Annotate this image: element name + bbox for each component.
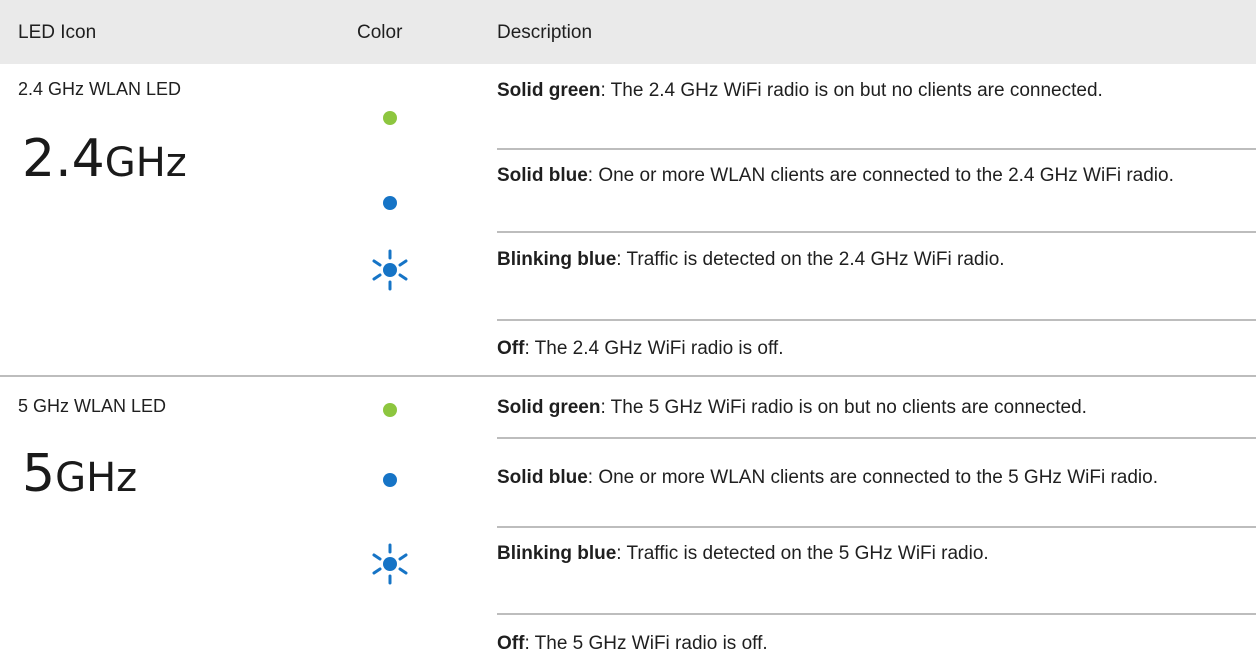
- row-divider: [497, 319, 1256, 321]
- table-row: Off: The 5 GHz WiFi radio is off.: [497, 632, 1245, 656]
- row-divider: [497, 148, 1256, 150]
- blinking-blue-icon: [372, 249, 408, 291]
- row-text: : One or more WLAN clients are connected…: [587, 165, 1174, 186]
- led-5ghz-icon-unit: GHz: [55, 455, 138, 501]
- led-5ghz-icon: 5GHz: [22, 448, 137, 500]
- row-state: Solid green: [497, 397, 601, 418]
- row-divider: [497, 437, 1256, 439]
- group-divider: [0, 375, 1256, 377]
- row-state: Solid green: [497, 80, 601, 101]
- table-row: Blinking blue: Traffic is detected on th…: [497, 542, 1245, 566]
- row-text: : One or more WLAN clients are connected…: [587, 467, 1159, 488]
- row-state: Blinking blue: [497, 249, 617, 270]
- led-name-5ghz: 5 GHz WLAN LED: [18, 396, 167, 416]
- green-dot-icon: [383, 403, 397, 417]
- led-2-4ghz-icon: 2.4GHz: [22, 133, 187, 185]
- header-color: Color: [357, 22, 403, 43]
- row-text: : Traffic is detected on the 5 GHz WiFi …: [616, 543, 989, 564]
- header-led-icon: LED Icon: [18, 22, 97, 43]
- row-divider: [497, 526, 1256, 528]
- row-text: : The 5 GHz WiFi radio is off.: [524, 633, 768, 654]
- blinking-blue-icon: [372, 543, 408, 585]
- row-state: Off: [497, 633, 525, 654]
- table-row: Blinking blue: Traffic is detected on th…: [497, 248, 1245, 272]
- led-2-4ghz-icon-number: 2.4: [22, 129, 105, 189]
- row-divider: [497, 613, 1256, 615]
- row-text: : The 5 GHz WiFi radio is on but no clie…: [600, 397, 1087, 418]
- row-state: Blinking blue: [497, 543, 617, 564]
- header-description: Description: [497, 22, 593, 43]
- row-state: Solid blue: [497, 467, 588, 488]
- row-text: : The 2.4 GHz WiFi radio is off.: [524, 338, 784, 359]
- blue-dot-icon: [383, 196, 397, 210]
- table-row: Solid blue: One or more WLAN clients are…: [497, 164, 1245, 188]
- led-name-2-4ghz: 2.4 GHz WLAN LED: [18, 79, 182, 99]
- row-divider: [497, 231, 1256, 233]
- green-dot-icon: [383, 111, 397, 125]
- blue-dot-icon: [383, 473, 397, 487]
- row-text: : Traffic is detected on the 2.4 GHz WiF…: [616, 249, 1005, 270]
- row-text: : The 2.4 GHz WiFi radio is on but no cl…: [600, 80, 1103, 101]
- row-state: Solid blue: [497, 165, 588, 186]
- table-row: Off: The 2.4 GHz WiFi radio is off.: [497, 337, 1245, 361]
- led-table: LED Icon Color Description 2.4 GHz WLAN …: [0, 0, 1256, 668]
- table-row: Solid green: The 5 GHz WiFi radio is on …: [497, 396, 1245, 420]
- led-5ghz-icon-number: 5: [22, 444, 56, 504]
- led-2-4ghz-icon-unit: GHz: [104, 140, 187, 186]
- table-row: Solid blue: One or more WLAN clients are…: [497, 466, 1245, 490]
- table-row: Solid green: The 2.4 GHz WiFi radio is o…: [497, 79, 1245, 103]
- row-state: Off: [497, 338, 525, 359]
- table-header: LED Icon Color Description: [0, 0, 1256, 64]
